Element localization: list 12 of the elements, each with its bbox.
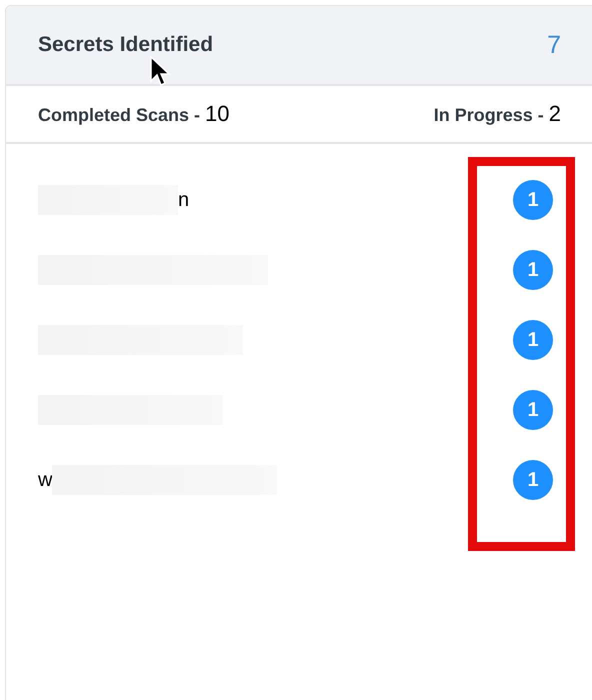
count-badge: 1 <box>513 320 553 360</box>
repository-name: w <box>38 468 52 492</box>
card-title: Secrets Identified <box>38 33 214 57</box>
scan-stat: Completed Scans - 10 <box>38 101 230 127</box>
cursor-icon <box>149 55 171 87</box>
count-badge: 1 <box>513 460 553 500</box>
count-badge: 1 <box>513 250 553 290</box>
repository-name: n <box>178 188 190 212</box>
count-badge: 1 <box>513 390 553 430</box>
secrets-count: 7 <box>547 30 561 60</box>
count-badge: 1 <box>513 180 553 220</box>
scan-stat: In Progress - 2 <box>434 101 561 127</box>
